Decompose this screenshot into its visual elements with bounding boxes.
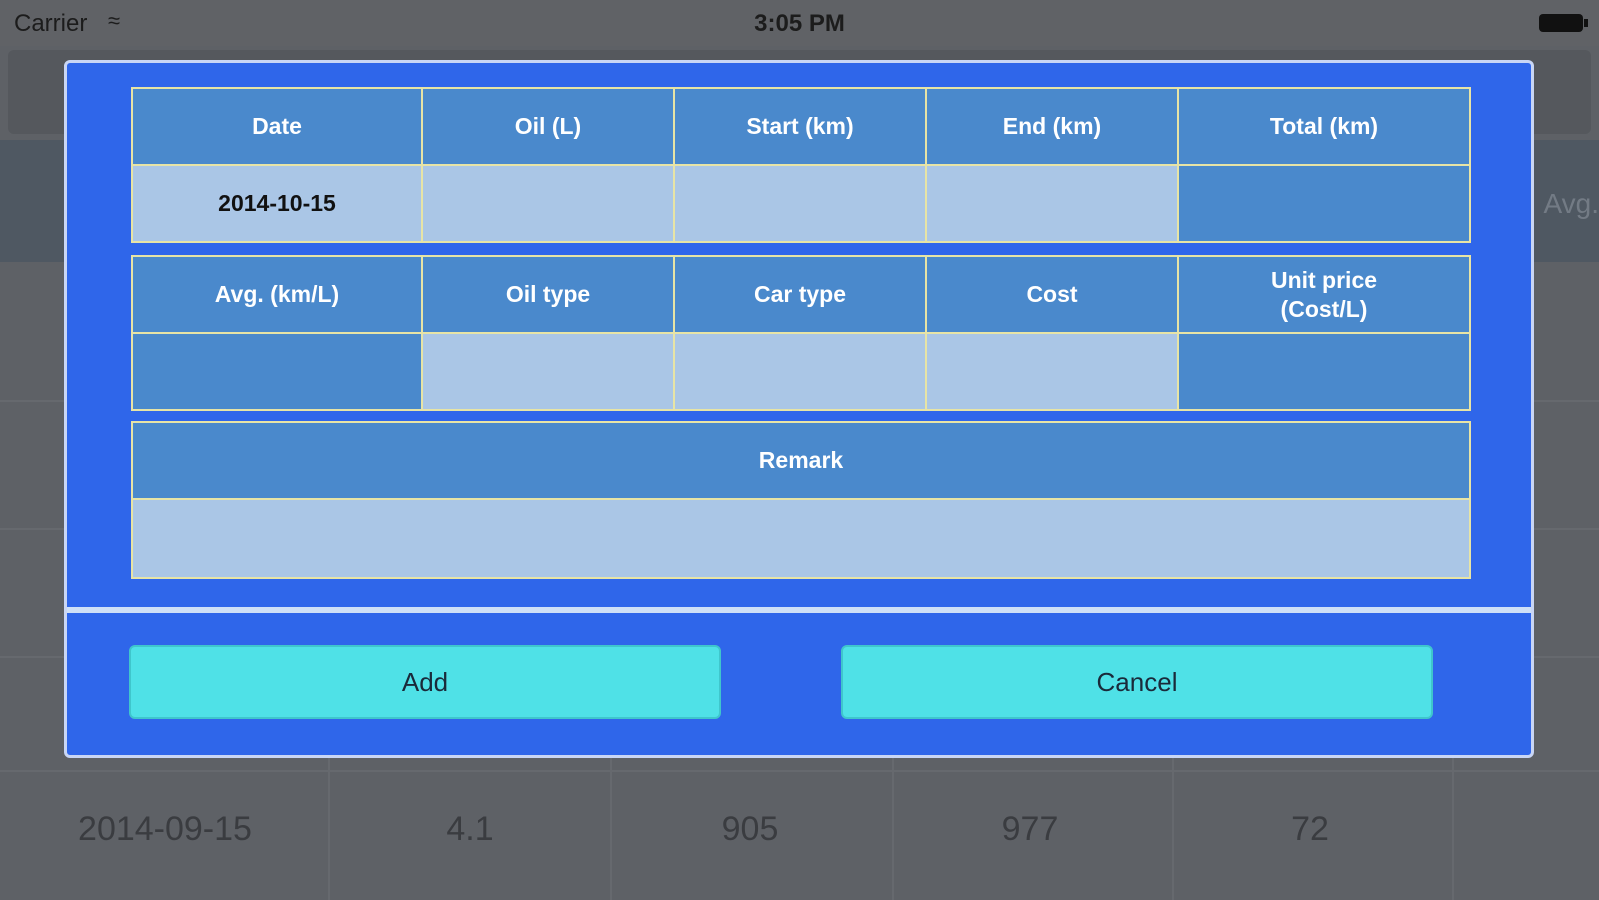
- battery-icon: [1539, 14, 1588, 32]
- add-button[interactable]: Add: [129, 645, 721, 719]
- status-bar: Carrier ≈ 3:05 PM: [0, 0, 1599, 46]
- start-km-header: Start (km): [675, 89, 925, 164]
- dialog-divider: [67, 607, 1531, 613]
- remark-field[interactable]: [133, 500, 1469, 577]
- total-km-header: Total (km): [1179, 89, 1469, 164]
- remark-section: Remark: [131, 421, 1471, 579]
- add-record-dialog: Date Oil (L) Start (km) End (km) Total (…: [64, 60, 1534, 758]
- total-km-value: [1179, 166, 1469, 241]
- oil-header: Oil (L): [423, 89, 673, 164]
- record-table-row-2: Avg. (km/L) Oil type Car type Cost Unit …: [131, 255, 1471, 411]
- background-cell-date: 2014-09-15: [78, 810, 252, 848]
- remark-header: Remark: [133, 423, 1469, 498]
- background-cell-oil: 4.1: [446, 810, 494, 848]
- clock-label: 3:05 PM: [754, 10, 845, 37]
- unit-price-value: [1179, 334, 1469, 409]
- start-km-field[interactable]: [675, 166, 925, 241]
- cost-field[interactable]: [927, 334, 1177, 409]
- car-type-field[interactable]: [675, 334, 925, 409]
- date-header: Date: [133, 89, 421, 164]
- oil-type-field[interactable]: [423, 334, 673, 409]
- unit-price-header: Unit price (Cost/L): [1179, 257, 1469, 332]
- end-km-header: End (km): [927, 89, 1177, 164]
- cancel-button[interactable]: Cancel: [841, 645, 1433, 719]
- end-km-field[interactable]: [927, 166, 1177, 241]
- background-cell-total: 72: [1291, 810, 1329, 848]
- record-table-row-1: Date Oil (L) Start (km) End (km) Total (…: [131, 87, 1471, 243]
- cost-header: Cost: [927, 257, 1177, 332]
- avg-value: [133, 334, 421, 409]
- oil-field[interactable]: [423, 166, 673, 241]
- background-row-divider: [0, 770, 1599, 772]
- date-field[interactable]: 2014-10-15: [133, 166, 421, 241]
- car-type-header: Car type: [675, 257, 925, 332]
- background-header-avg: Avg.: [1543, 188, 1599, 219]
- avg-header: Avg. (km/L): [133, 257, 421, 332]
- oil-type-header: Oil type: [423, 257, 673, 332]
- background-cell-end: 977: [1001, 810, 1059, 848]
- background-cell-start: 905: [721, 810, 779, 848]
